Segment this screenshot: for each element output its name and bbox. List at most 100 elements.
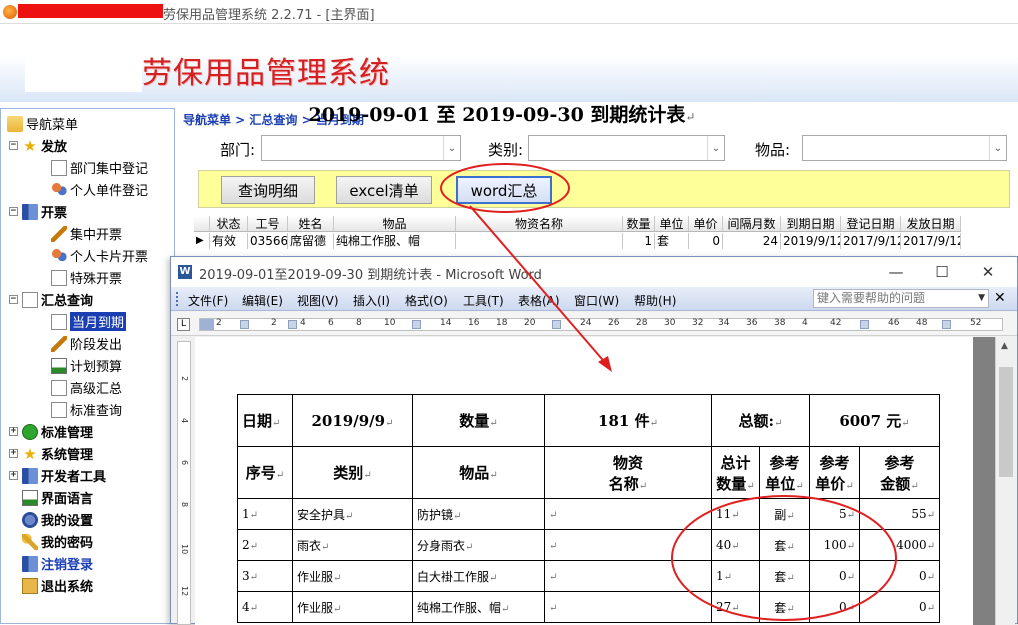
vertical-scrollbar[interactable]: ▲ bbox=[995, 337, 1015, 625]
menu-item[interactable]: 视图(V) bbox=[297, 292, 339, 309]
query-detail-button[interactable]: 查询明细 bbox=[221, 176, 315, 204]
menu-item[interactable]: 工具(T) bbox=[463, 292, 504, 309]
nav-item-14[interactable]: + ★ 系统管理 bbox=[9, 443, 93, 464]
expand-icon[interactable]: + bbox=[9, 471, 18, 480]
chart-icon bbox=[22, 489, 38, 506]
ruler-tick: 20 bbox=[524, 318, 536, 328]
category-combo[interactable]: ⌄ bbox=[528, 135, 725, 161]
row-selector[interactable]: ▶ bbox=[194, 233, 210, 249]
nav-item-12[interactable]: 标准查询 bbox=[51, 399, 122, 420]
nav-item-label: 阶段发出 bbox=[70, 338, 123, 353]
nav-item-18[interactable]: 我的密码 bbox=[9, 531, 93, 552]
grid-column-header[interactable]: 单价 bbox=[689, 216, 723, 231]
nav-item-4[interactable]: 集中开票 bbox=[51, 223, 122, 244]
grid-column-header[interactable]: 工号 bbox=[248, 216, 288, 231]
grid-column-header[interactable]: 物资名称 bbox=[456, 216, 623, 231]
expand-icon[interactable]: + bbox=[9, 449, 18, 458]
menu-item[interactable]: 窗口(W) bbox=[574, 292, 619, 309]
chevron-down-icon[interactable]: ⌄ bbox=[443, 136, 460, 160]
nav-item-10[interactable]: 计划预算 bbox=[51, 355, 122, 376]
nav-item-8[interactable]: 当月到期 bbox=[51, 311, 127, 332]
ruler-marker[interactable] bbox=[942, 320, 951, 329]
item-combo[interactable]: ⌄ bbox=[802, 135, 1007, 161]
document-icon bbox=[51, 159, 67, 176]
ruler-tick: 18 bbox=[496, 318, 508, 328]
nav-item-16[interactable]: 界面语言 bbox=[9, 487, 93, 508]
collapse-icon[interactable]: − bbox=[9, 207, 18, 216]
nav-item-17[interactable]: 我的设置 bbox=[9, 509, 93, 530]
ruler-marker[interactable] bbox=[288, 320, 297, 329]
grid-column-header[interactable]: 数量 bbox=[623, 216, 655, 231]
chevron-down-icon[interactable]: ⌄ bbox=[989, 136, 1006, 160]
menu-item[interactable]: 编辑(E) bbox=[242, 292, 283, 309]
close-doc-icon[interactable]: ✕ bbox=[994, 290, 1006, 306]
nav-item-9[interactable]: 阶段发出 bbox=[51, 333, 122, 354]
ruler-tick: 38 bbox=[774, 318, 786, 328]
nav-item-20[interactable]: 退出系统 bbox=[9, 575, 93, 596]
tab-selector[interactable]: L bbox=[177, 318, 190, 331]
nav-item-label: 开票 bbox=[41, 206, 68, 221]
word-summary-button[interactable]: word汇总 bbox=[456, 176, 552, 204]
document-icon bbox=[51, 379, 67, 396]
book-icon bbox=[22, 203, 38, 220]
nav-item-13[interactable]: + 标准管理 bbox=[9, 421, 93, 442]
menu-item[interactable]: 帮助(H) bbox=[634, 292, 676, 309]
ruler-tick: 52 bbox=[970, 318, 982, 328]
dept-label: 部门: bbox=[220, 141, 256, 159]
doc-cell: 0↵ bbox=[809, 591, 860, 623]
row-selector[interactable] bbox=[194, 216, 210, 231]
horizontal-ruler[interactable]: 2 2 4 6 8 10 14 16 18 20 24 26 28 30 32 34 36 38 4 42 46 48 52 bbox=[199, 318, 1003, 331]
menu-item[interactable]: 表格(A) bbox=[518, 292, 560, 309]
chevron-down-icon[interactable]: ▼ bbox=[978, 290, 985, 307]
ruler-marker[interactable] bbox=[860, 320, 869, 329]
help-search-input[interactable]: 键入需要帮助的问题 ▼ bbox=[813, 289, 989, 308]
doc-cell: 40↵ bbox=[711, 529, 760, 561]
window-titlebar: 劳保用品管理系统 2.2.71 - [主界面] bbox=[0, 0, 1018, 24]
nav-item-1[interactable]: 部门集中登记 bbox=[51, 157, 148, 178]
nav-item-15[interactable]: + 开发者工具 bbox=[9, 465, 106, 486]
nav-item-label: 发放 bbox=[41, 140, 68, 155]
grid-column-header[interactable]: 间隔月数 bbox=[723, 216, 781, 231]
collapse-icon[interactable]: − bbox=[9, 141, 18, 150]
grid-column-header[interactable]: 状态 bbox=[210, 216, 248, 231]
nav-root[interactable]: 导航菜单 bbox=[7, 113, 78, 134]
grid-column-header[interactable]: 到期日期 bbox=[781, 216, 841, 231]
ruler-marker[interactable] bbox=[552, 320, 561, 329]
star-icon: ★ bbox=[23, 444, 37, 463]
nav-item-6[interactable]: 特殊开票 bbox=[51, 267, 122, 288]
ruler-tick: 24 bbox=[580, 318, 592, 328]
nav-item-2[interactable]: 个人单件登记 bbox=[51, 179, 148, 200]
menu-item[interactable]: 文件(F) bbox=[188, 292, 228, 309]
grid-column-header[interactable]: 姓名 bbox=[288, 216, 334, 231]
ruler-marker[interactable] bbox=[412, 320, 421, 329]
grid-column-header[interactable]: 登记日期 bbox=[841, 216, 901, 231]
chevron-down-icon[interactable]: ⌄ bbox=[707, 136, 724, 160]
nav-item-7[interactable]: − 汇总查询 bbox=[9, 289, 93, 310]
doc-cell: 11↵ bbox=[711, 498, 760, 530]
nav-item-11[interactable]: 高级汇总 bbox=[51, 377, 122, 398]
excel-list-button[interactable]: excel清单 bbox=[336, 176, 432, 204]
expand-icon[interactable]: + bbox=[9, 427, 18, 436]
vertical-ruler[interactable]: 2 4 6 8 10 12 bbox=[177, 341, 191, 625]
nav-item-0[interactable]: − ★ 发放 bbox=[9, 135, 67, 156]
ruler-tick: 30 bbox=[664, 318, 676, 328]
nav-item-19[interactable]: 注销登录 bbox=[9, 553, 93, 574]
grid-row[interactable]: ▶ 有效 03566 席留德 纯棉工作服、帽 1 套 0 24 2019/9/12 2017/9/1… bbox=[194, 233, 961, 249]
scroll-thumb[interactable] bbox=[999, 367, 1013, 477]
nav-item-label: 系统管理 bbox=[41, 448, 94, 463]
ruler-marker[interactable] bbox=[240, 320, 249, 329]
dept-combo[interactable]: ⌄ bbox=[261, 135, 461, 161]
grid-column-header[interactable]: 物品 bbox=[334, 216, 456, 231]
nav-item-5[interactable]: 个人卡片开票 bbox=[51, 245, 148, 266]
doc-cell: 套↵ bbox=[759, 591, 810, 623]
scroll-up-icon[interactable]: ▲ bbox=[1001, 341, 1008, 351]
nav-item-3[interactable]: − 开票 bbox=[9, 201, 67, 222]
collapse-icon[interactable]: − bbox=[9, 295, 18, 304]
menu-item[interactable]: 插入(I) bbox=[353, 292, 390, 309]
close-icon[interactable]: ✕ bbox=[965, 261, 1011, 283]
menu-item[interactable]: 格式(O) bbox=[405, 292, 448, 309]
maximize-icon[interactable]: ☐ bbox=[919, 261, 965, 283]
grid-column-header[interactable]: 发放日期 bbox=[901, 216, 961, 231]
grid-column-header[interactable]: 单位 bbox=[655, 216, 689, 231]
minimize-icon[interactable]: — bbox=[873, 261, 919, 283]
